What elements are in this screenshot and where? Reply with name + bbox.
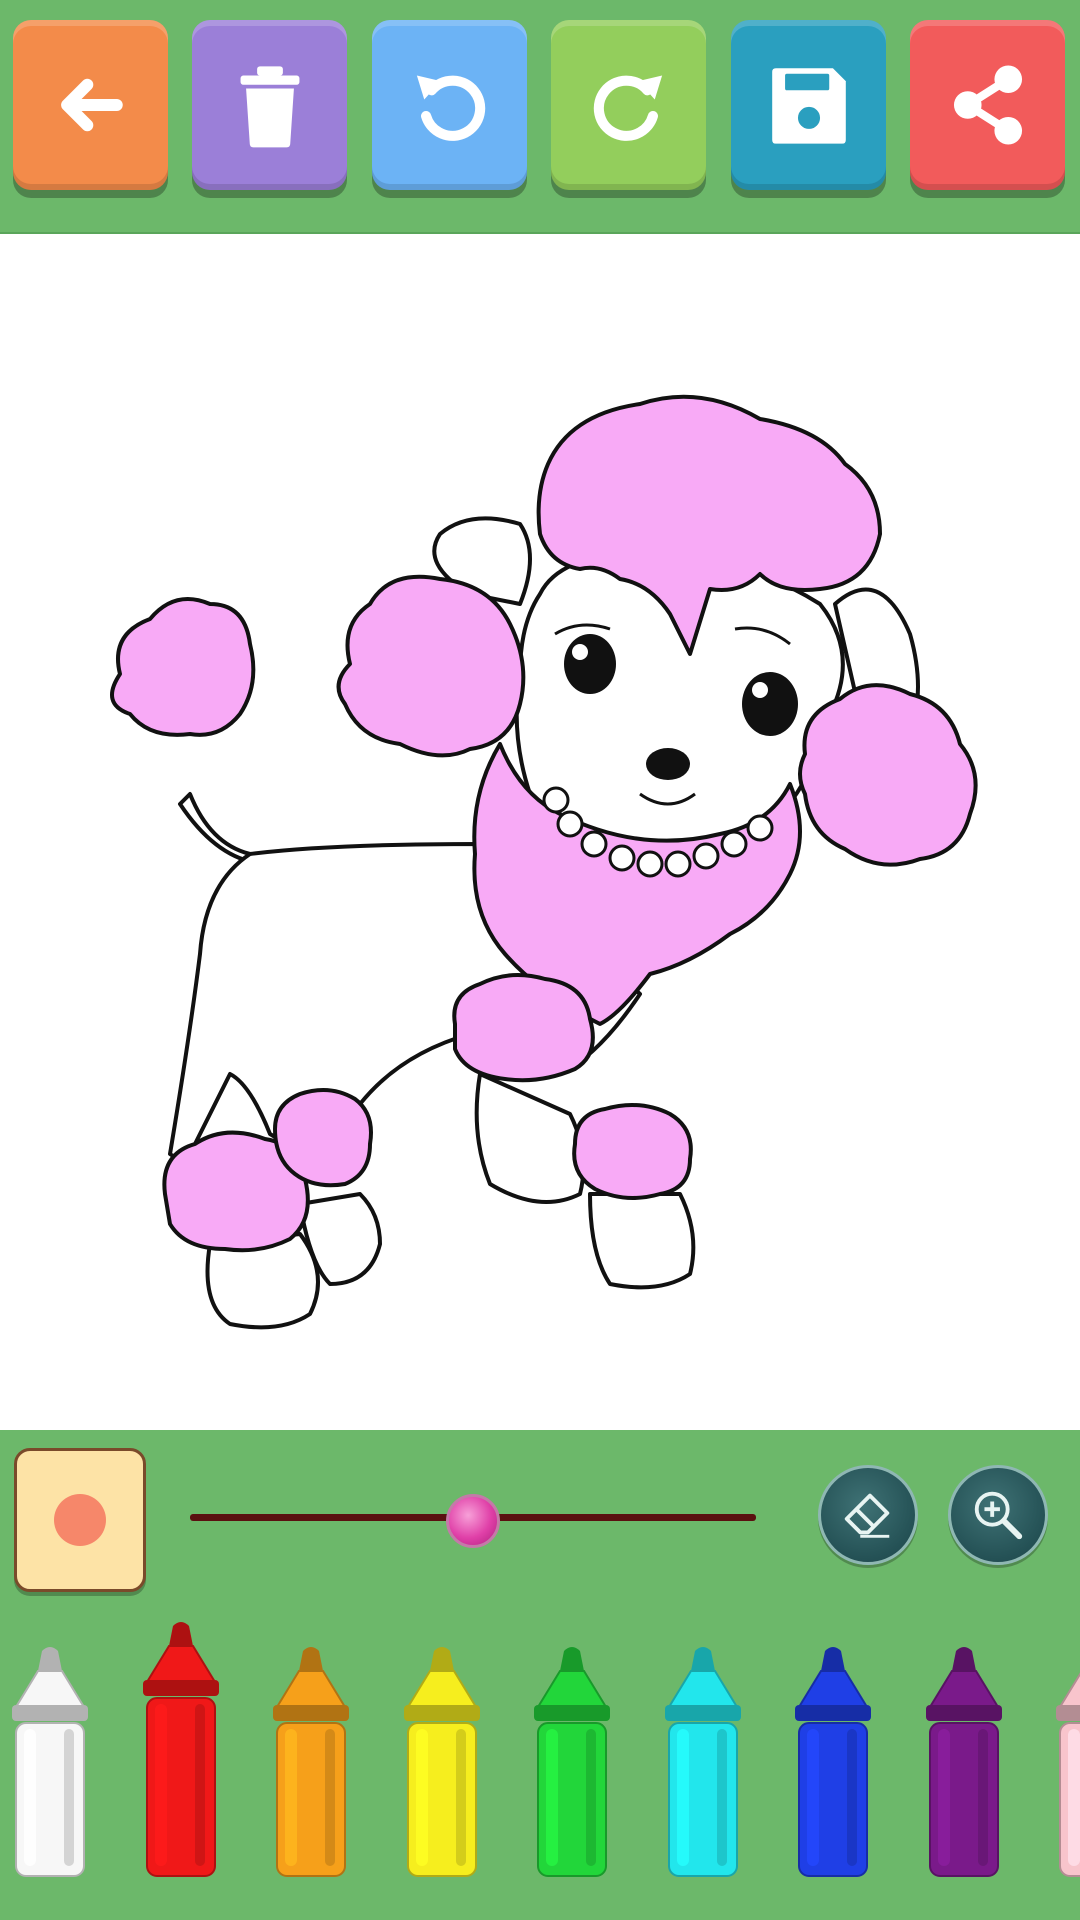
brush-dot bbox=[54, 1494, 106, 1546]
crayon-yellow[interactable] bbox=[400, 1643, 484, 1880]
brush-size-preview-button[interactable] bbox=[14, 1448, 146, 1592]
crayon-cyan[interactable] bbox=[661, 1643, 745, 1880]
coloring-canvas[interactable] bbox=[0, 234, 1080, 1430]
zoom-in-icon bbox=[974, 1491, 1023, 1540]
undo-icon bbox=[416, 75, 485, 141]
redo-button[interactable] bbox=[551, 20, 706, 190]
redo-icon bbox=[593, 75, 662, 141]
zoom-button[interactable] bbox=[948, 1465, 1048, 1565]
crayon-pink[interactable] bbox=[1052, 1643, 1080, 1880]
brush-size-slider[interactable] bbox=[190, 1494, 756, 1548]
eraser-button[interactable] bbox=[818, 1465, 918, 1565]
share-icon bbox=[953, 65, 1022, 145]
crayon-blue[interactable] bbox=[791, 1643, 875, 1880]
crayon-white[interactable] bbox=[8, 1643, 92, 1880]
arrow-left-icon bbox=[60, 78, 123, 132]
crayon-orange[interactable] bbox=[269, 1643, 353, 1880]
crayon-purple[interactable] bbox=[922, 1643, 1006, 1880]
save-button[interactable] bbox=[731, 20, 886, 190]
share-button[interactable] bbox=[910, 20, 1065, 190]
eraser-icon bbox=[844, 1493, 890, 1538]
delete-button[interactable] bbox=[192, 20, 347, 190]
slider-thumb[interactable] bbox=[446, 1494, 500, 1548]
crayon-green[interactable] bbox=[530, 1643, 614, 1880]
undo-button[interactable] bbox=[372, 20, 527, 190]
back-button[interactable] bbox=[13, 20, 168, 190]
poodle-coloring-page bbox=[110, 394, 978, 1330]
top-toolbar bbox=[0, 0, 1080, 236]
trash-icon bbox=[240, 66, 299, 148]
floppy-disk-icon bbox=[771, 68, 846, 144]
crayon-red[interactable] bbox=[139, 1618, 223, 1880]
